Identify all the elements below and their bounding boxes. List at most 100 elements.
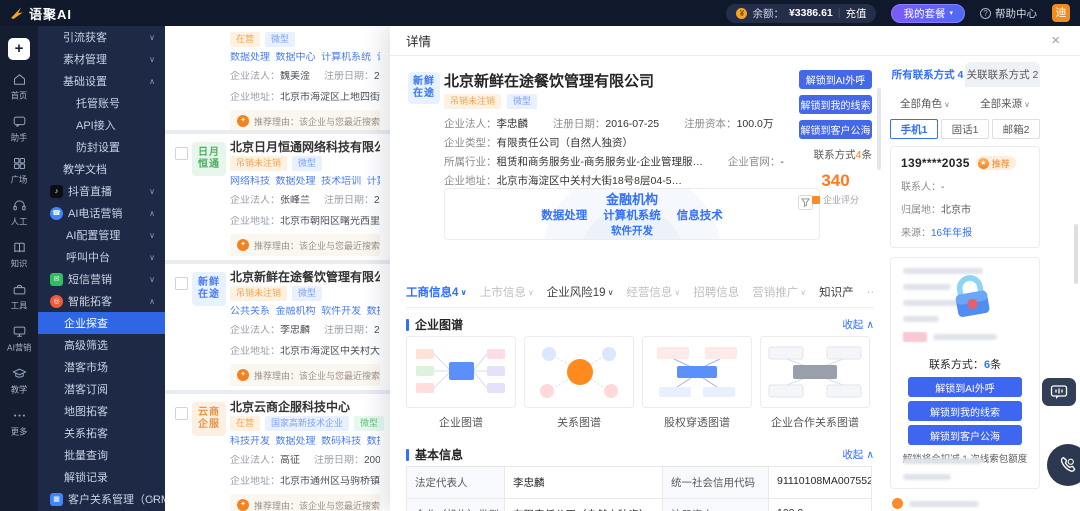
- unlock-to-ai-call-button[interactable]: 解锁到AI外呼: [908, 377, 1022, 397]
- sidebar-item-prospect-subscribe[interactable]: 潜客订阅: [38, 378, 165, 400]
- sidebar-item-relation-prospecting[interactable]: 关系拓客: [38, 422, 165, 444]
- company-list-item[interactable]: 云商企服 北京云商企服科技中心 在营 国家高新技术企业 微型 科技开发 数据处理…: [165, 394, 390, 511]
- book-icon: [12, 240, 27, 255]
- sidebar-item-unlock-records[interactable]: 解锁记录: [38, 466, 165, 488]
- segment-landline[interactable]: 固话1: [941, 119, 989, 139]
- company-name-link[interactable]: 北京日月恒通网络科技有限公司: [230, 140, 380, 154]
- graph-card-relation[interactable]: 关系图谱: [524, 336, 634, 430]
- company-name-link[interactable]: 北京云商企服科技中心: [230, 400, 380, 414]
- source-link[interactable]: 16年年报: [931, 228, 972, 239]
- tab-recruitment-info[interactable]: 招聘信息: [693, 284, 739, 300]
- app-logo[interactable]: 语聚AI: [10, 4, 72, 23]
- tab-business-info[interactable]: 工商信息4∨: [406, 284, 467, 300]
- tabs-more-button[interactable]: ⋯: [867, 285, 874, 299]
- home-icon: [12, 72, 27, 87]
- headset-icon: [12, 198, 27, 213]
- graph-card-cooperation[interactable]: 企业合作关系图谱: [760, 336, 870, 430]
- unlock-to-my-leads-button[interactable]: 解锁到我的线索: [799, 95, 872, 114]
- sidebar-item-douyin-live[interactable]: ♪抖音直播∨: [38, 180, 165, 202]
- sidebar-item-anti-block[interactable]: 防封设置: [38, 136, 165, 158]
- locked-count: 联系方式：6条: [891, 356, 1039, 372]
- sidebar-item-prospect-market[interactable]: 潜客市场: [38, 356, 165, 378]
- sidebar-item-map-prospecting[interactable]: 地图拓客: [38, 400, 165, 422]
- sidebar-item-hosted-accounts[interactable]: 托管账号: [38, 92, 165, 114]
- my-package-button[interactable]: 我的套餐 ▾: [891, 4, 965, 23]
- company-keywords[interactable]: 公共关系 金融机构 软件开发 数据处理: [230, 306, 380, 317]
- recharge-link[interactable]: 充值: [845, 6, 866, 21]
- unlock-to-customer-pool-button[interactable]: 解锁到客户公海: [908, 425, 1022, 445]
- tab-intellectual-property[interactable]: 知识产: [819, 284, 854, 300]
- tab-company-risk[interactable]: 企业风险19∨: [547, 284, 614, 300]
- rail-item-knowledge[interactable]: 知识: [0, 240, 38, 270]
- graph-caption: 企业图谱: [406, 414, 516, 430]
- company-list-item[interactable]: 日月恒通 北京日月恒通网络科技有限公司 吊销未注销 微型 网络科技 数据处理 技…: [165, 134, 390, 260]
- role-filter-dropdown[interactable]: 全部角色∨: [900, 96, 950, 111]
- segment-mobile[interactable]: 手机1: [890, 119, 938, 139]
- rail-item-more[interactable]: 更多: [0, 408, 38, 438]
- rail-item-ai-marketing[interactable]: AI营销: [0, 324, 38, 354]
- help-center-link[interactable]: ? 帮助中心: [980, 6, 1037, 21]
- content-scrollbar[interactable]: [877, 88, 881, 170]
- sidebar-item-advanced-filter[interactable]: 高级筛选: [38, 334, 165, 356]
- sidebar-item-company-search[interactable]: 企业探查: [38, 312, 165, 334]
- collapse-toggle[interactable]: 收起∧: [842, 447, 874, 462]
- company-keywords[interactable]: 数据处理 数据中心 计算机系统 计算机: [230, 52, 380, 63]
- company-checkbox[interactable]: [175, 407, 188, 420]
- size-tag: 微型: [265, 32, 295, 47]
- sidebar-item-basic-settings[interactable]: 基础设置∧: [38, 70, 165, 92]
- graduation-cap-icon: [12, 366, 27, 381]
- chevron-down-icon: ∨: [460, 288, 467, 297]
- segment-email[interactable]: 邮箱2: [992, 119, 1040, 139]
- sidebar-item-teaching-docs[interactable]: 教学文档: [38, 158, 165, 180]
- sidebar-item-lead-acquisition[interactable]: 引流获客∨: [38, 26, 165, 48]
- sidebar-item-sms-marketing[interactable]: ✉短信营销∨: [38, 268, 165, 290]
- company-name-link[interactable]: 北京新鲜在途餐饮管理有限公司: [230, 270, 380, 284]
- sidebar-item-call-center[interactable]: 呼叫中台∨: [38, 246, 165, 268]
- toolbox-icon: [12, 282, 27, 297]
- caret-down-icon: ▾: [949, 9, 953, 17]
- sidebar-item-ai-config[interactable]: AI配置管理∨: [38, 224, 165, 246]
- sidebar-item-crm[interactable]: ▦客户关系管理（CRM）∨: [38, 488, 165, 510]
- top-bar: 语聚AI ¥ 余额： ¥3386.61 | 充值 我的套餐 ▾ ? 帮助中心 迪: [0, 0, 1080, 26]
- rail-item-manual[interactable]: 人工: [0, 198, 38, 228]
- sidebar-item-batch-query[interactable]: 批量查询: [38, 444, 165, 466]
- company-list-item[interactable]: 新鲜在途 北京新鲜在途餐饮管理有限公司 吊销未注销 微型 公共关系 金融机构 软…: [165, 264, 390, 390]
- hightech-tag: 国家高新技术企业: [265, 416, 349, 431]
- graph-card-company[interactable]: 企业图谱: [406, 336, 516, 430]
- panel-scrollbar[interactable]: [1074, 224, 1078, 284]
- collapse-toggle[interactable]: 收起∧: [842, 317, 874, 332]
- table-cell: 有限责任公司（自然人独资）: [505, 499, 663, 511]
- logo-text: 语聚AI: [29, 4, 72, 23]
- sidebar-item-ai-phone-marketing[interactable]: ☎AI电话营销∧: [38, 202, 165, 224]
- contact-card[interactable]: 139****2035 ★推荐 联系人：- 归属地：北京市 来源：16年年报: [890, 146, 1040, 248]
- announcement-widget[interactable]: [1042, 378, 1076, 406]
- sidebar-item-material[interactable]: 素材管理∨: [38, 48, 165, 70]
- sidebar-item-smart-prospecting[interactable]: ◎智能拓客∧: [38, 290, 165, 312]
- add-button[interactable]: +: [8, 38, 30, 60]
- unlock-to-ai-call-button[interactable]: 解锁到AI外呼: [799, 70, 872, 89]
- sidebar-item-api-access[interactable]: API接入: [38, 114, 165, 136]
- rail-item-home[interactable]: 首页: [0, 72, 38, 102]
- balance-pill[interactable]: ¥ 余额： ¥3386.61 | 充值: [726, 4, 876, 23]
- unlock-to-my-leads-button[interactable]: 解锁到我的线索: [908, 401, 1022, 421]
- company-keywords[interactable]: 科技开发 数据处理 数码科技 数据处理系统: [230, 436, 380, 447]
- rail-item-teaching[interactable]: 教学: [0, 366, 38, 396]
- tab-marketing-promo[interactable]: 营销推广∨: [752, 284, 806, 300]
- tab-related-contacts[interactable]: 关联联系方式 2: [965, 62, 1040, 87]
- tab-operation-info[interactable]: 经营信息∨: [626, 284, 680, 300]
- rail-item-assistant[interactable]: 助手: [0, 114, 38, 144]
- rail-item-plaza[interactable]: 广场: [0, 156, 38, 186]
- source-filter-dropdown[interactable]: 全部来源∨: [980, 96, 1030, 111]
- company-keywords[interactable]: 网络科技 数据处理 技术培训 计算机系统: [230, 176, 380, 187]
- tab-all-contacts[interactable]: 所有联系方式 4: [890, 62, 965, 87]
- company-checkbox[interactable]: [175, 147, 188, 160]
- tab-listing-info[interactable]: 上市信息∨: [480, 284, 534, 300]
- rail-item-tools[interactable]: 工具: [0, 282, 38, 312]
- company-checkbox[interactable]: [175, 277, 188, 290]
- company-list-item[interactable]: 在营 微型 数据处理 数据中心 计算机系统 计算机 企业法人：魏美淦注册日期：2…: [165, 26, 390, 130]
- graph-card-equity[interactable]: 股权穿透图谱: [642, 336, 752, 430]
- target-icon: ◎: [50, 295, 63, 308]
- close-icon[interactable]: ×: [1051, 32, 1060, 50]
- unlock-to-customer-pool-button[interactable]: 解锁到客户公海: [799, 120, 872, 139]
- user-avatar[interactable]: 迪: [1052, 4, 1070, 22]
